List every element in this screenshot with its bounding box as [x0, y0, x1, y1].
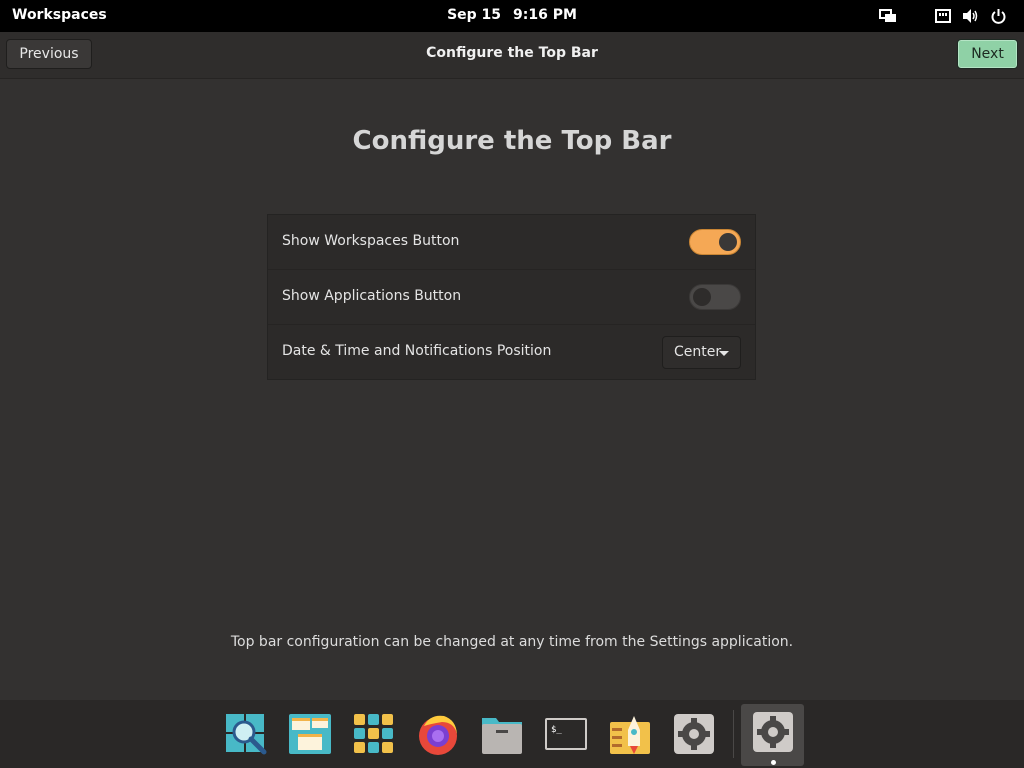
search-app-icon[interactable]	[224, 712, 268, 756]
dock-separator	[733, 710, 734, 758]
next-button[interactable]: Next	[957, 39, 1018, 69]
row-datetime-position: Date & Time and Notifications Position C…	[268, 325, 755, 380]
firefox-icon[interactable]	[416, 712, 460, 756]
date-time-button[interactable]: Sep 15 9:16 PM	[0, 7, 1024, 23]
row-show-workspaces: Show Workspaces Button	[268, 215, 755, 270]
window-manager-icon[interactable]	[288, 712, 332, 756]
settings-list: Show Workspaces Button Show Applications…	[267, 214, 756, 380]
datetime-position-label: Date & Time and Notifications Position	[282, 343, 552, 359]
terminal-icon[interactable]: $_	[544, 712, 588, 756]
display-icon[interactable]	[879, 8, 897, 24]
header-title: Configure the Top Bar	[426, 45, 598, 61]
switch-knob	[693, 288, 711, 306]
files-icon[interactable]	[480, 712, 524, 756]
footnote: Top bar configuration can be changed at …	[230, 634, 794, 650]
running-indicator	[771, 760, 776, 765]
volume-icon[interactable]	[962, 8, 979, 24]
show-applications-switch[interactable]	[689, 284, 741, 310]
position-value: Center	[674, 344, 722, 360]
dock: $_	[0, 700, 1024, 768]
header-bar: Previous Configure the Top Bar Next	[0, 32, 1024, 79]
initial-setup-icon[interactable]	[751, 710, 795, 754]
date-label: Sep 15	[447, 7, 502, 23]
time-label: 9:16 PM	[513, 7, 577, 23]
settings-icon[interactable]	[672, 712, 716, 756]
svg-text:$_: $_	[551, 725, 562, 735]
show-applications-label: Show Applications Button	[282, 288, 462, 304]
chevron-down-icon	[719, 351, 729, 356]
top-panel: Workspaces Sep 15 9:16 PM	[0, 0, 1024, 32]
switch-knob	[719, 233, 737, 251]
launcher-icon[interactable]	[608, 712, 652, 756]
network-icon[interactable]	[935, 8, 951, 24]
row-show-applications: Show Applications Button	[268, 270, 755, 325]
applications-grid-icon[interactable]	[352, 712, 396, 756]
show-workspaces-label: Show Workspaces Button	[282, 233, 460, 249]
show-workspaces-switch[interactable]	[689, 229, 741, 255]
power-icon[interactable]	[991, 8, 1006, 24]
page-title: Configure the Top Bar	[352, 126, 672, 156]
position-dropdown[interactable]: Center	[662, 336, 741, 369]
